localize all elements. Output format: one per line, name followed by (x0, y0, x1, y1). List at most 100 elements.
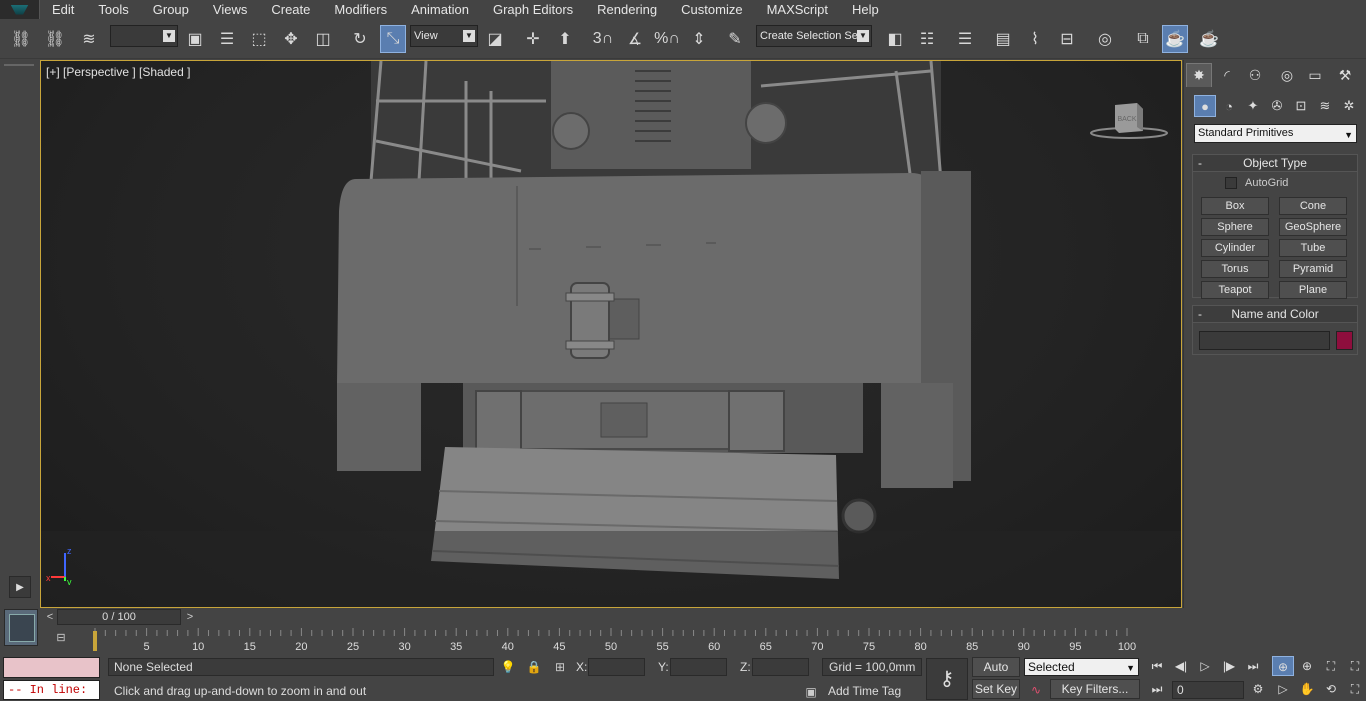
orbit-icon[interactable]: ⟲ (1320, 679, 1342, 699)
align-icon[interactable]: ☷ (914, 25, 940, 53)
menu-customize[interactable]: Customize (669, 0, 754, 19)
pan-view-icon[interactable]: ✋ (1296, 679, 1318, 699)
absolute-mode-icon[interactable]: ⊞ (552, 659, 568, 675)
angle-snap-icon[interactable]: ∡ (622, 25, 648, 53)
app-logo[interactable] (0, 0, 40, 19)
menu-animation[interactable]: Animation (399, 0, 481, 19)
render-setup-icon[interactable]: ⧉ (1130, 25, 1156, 53)
selection-filter-dropdown[interactable]: ▼ (110, 25, 178, 47)
time-slider[interactable]: < 0 / 100 > (40, 608, 1182, 626)
geometry-category-icon[interactable]: ● (1194, 95, 1216, 117)
reference-coordinate-dropdown[interactable]: View ▼ (410, 25, 478, 47)
selection-lock-icon[interactable]: 🔒 (526, 659, 542, 675)
maxscript-mini-listener[interactable] (3, 657, 100, 678)
cameras-category-icon[interactable]: ✇ (1266, 95, 1288, 117)
zoom-all-icon[interactable]: ⊕ (1296, 656, 1318, 676)
set-key-icon[interactable]: ⚷ (926, 658, 968, 700)
go-to-end-icon[interactable]: ⏭ (1242, 656, 1264, 676)
space-warps-category-icon[interactable]: ≋ (1314, 95, 1336, 117)
cylinder-button[interactable]: Cylinder (1201, 239, 1269, 257)
teapot-button[interactable]: Teapot (1201, 281, 1269, 299)
play-icon[interactable]: ▷ (1194, 656, 1216, 676)
snaps-toggle-icon[interactable]: 3 ∩ (590, 25, 616, 53)
isolate-selection-icon[interactable]: 💡 (500, 659, 516, 675)
select-and-rotate-icon[interactable]: ↻ (347, 25, 373, 53)
x-coordinate-field[interactable] (588, 658, 645, 676)
menu-create[interactable]: Create (259, 0, 322, 19)
shapes-category-icon[interactable]: ◔ (1218, 95, 1240, 117)
zoom-extents-icon[interactable]: ⛶ (1320, 656, 1342, 676)
cone-button[interactable]: Cone (1279, 197, 1347, 215)
menu-group[interactable]: Group (141, 0, 201, 19)
zoom-icon[interactable]: ⊕ (1272, 656, 1294, 676)
display-tab-icon[interactable]: ▭ (1302, 63, 1328, 87)
mirror-icon[interactable]: ◧ (882, 25, 908, 53)
y-coordinate-field[interactable] (670, 658, 727, 676)
go-to-start-icon[interactable]: ⏮ (1146, 656, 1168, 676)
plane-button[interactable]: Plane (1279, 281, 1347, 299)
select-and-move-icon[interactable]: ✥ (278, 25, 304, 53)
rectangular-selection-icon[interactable]: ⬚ (246, 25, 272, 53)
curve-editor-icon[interactable]: ⌇ (1022, 25, 1048, 53)
select-object-icon[interactable]: ▣ (182, 25, 208, 53)
systems-category-icon[interactable]: ✲ (1338, 95, 1360, 117)
sphere-button[interactable]: Sphere (1201, 218, 1269, 236)
schematic-view-icon[interactable]: ⊟ (1054, 25, 1080, 53)
tube-button[interactable]: Tube (1279, 239, 1347, 257)
key-mode-dropdown[interactable]: Selected ▼ (1024, 658, 1139, 676)
set-key-button[interactable]: Set Key (972, 679, 1020, 699)
hierarchy-tab-icon[interactable]: ⚇ (1242, 63, 1268, 87)
checkbox-box[interactable] (1225, 177, 1237, 189)
unlink-icon[interactable]: ⛓ (42, 25, 68, 53)
lights-category-icon[interactable]: ✦ (1242, 95, 1264, 117)
render-production-icon[interactable]: ☕ (1196, 25, 1222, 53)
window-crossing-icon[interactable]: ◫ (310, 25, 336, 53)
trackbar[interactable]: 5 10 15 20 25 30 35 40 45 50 55 60 65 70 75 80 85 90 95 100 (92, 626, 1182, 654)
select-and-manipulate-icon[interactable]: ✛ (520, 25, 546, 53)
key-filters-button[interactable]: Key Filters... (1050, 679, 1140, 699)
render-frame-window-icon[interactable]: ☕ (1162, 25, 1188, 53)
maxscript-listener-button[interactable] (4, 609, 38, 646)
scene-explorer-icon[interactable]: ▤ (990, 25, 1016, 53)
perspective-viewport[interactable]: [+] [Perspective ] [Shaded ] BACK z x y (40, 60, 1182, 608)
key-mode-toggle-icon[interactable]: ⏭ (1146, 679, 1168, 699)
time-configuration-icon[interactable]: ⚙ (1247, 679, 1269, 699)
menu-tools[interactable]: Tools (86, 0, 140, 19)
time-slider-thumb[interactable]: 0 / 100 (57, 609, 181, 625)
box-button[interactable]: Box (1201, 197, 1269, 215)
material-editor-icon[interactable]: ◎ (1092, 25, 1118, 53)
add-time-tag-icon[interactable]: ▣ (803, 684, 819, 700)
menu-maxscript[interactable]: MAXScript (755, 0, 840, 19)
torus-button[interactable]: Torus (1201, 260, 1269, 278)
maximize-viewport-icon[interactable]: ⛶ (1344, 679, 1366, 699)
next-frame-icon[interactable]: |▶ (1218, 656, 1240, 676)
geosphere-button[interactable]: GeoSphere (1279, 218, 1347, 236)
select-and-scale-icon[interactable]: ⤡ (380, 25, 406, 53)
previous-frame-icon[interactable]: ◀| (1170, 656, 1192, 676)
helpers-category-icon[interactable]: ⊡ (1290, 95, 1312, 117)
object-name-input[interactable] (1199, 331, 1330, 350)
viewcube-icon[interactable]: BACK (1089, 99, 1169, 145)
object-color-swatch[interactable] (1336, 331, 1353, 350)
field-of-view-icon[interactable]: ▷ (1272, 679, 1294, 699)
current-frame-field[interactable]: 0 (1172, 681, 1244, 699)
primitive-type-dropdown[interactable]: Standard Primitives ▼ (1194, 124, 1357, 143)
menu-views[interactable]: Views (201, 0, 259, 19)
z-coordinate-field[interactable] (752, 658, 809, 676)
select-by-name-icon[interactable]: ☰ (214, 25, 240, 53)
zoom-extents-all-icon[interactable]: ⛶ (1344, 656, 1366, 676)
trackbar-menu-icon[interactable]: ⊟ (50, 631, 72, 649)
layer-manager-icon[interactable]: ☰ (952, 25, 978, 53)
expand-panel-button[interactable]: ▶ (9, 576, 31, 598)
add-time-tag-button[interactable]: Add Time Tag (822, 683, 922, 700)
viewport-label[interactable]: [+] [Perspective ] [Shaded ] (46, 65, 190, 79)
menu-graph-editors[interactable]: Graph Editors (481, 0, 585, 19)
named-selection-dropdown[interactable]: Create Selection Se ▼ (756, 25, 872, 47)
maxscript-listener-output[interactable]: -- In line: (3, 680, 100, 700)
modify-tab-icon[interactable]: ◜ (1214, 63, 1240, 87)
bind-to-space-warp-icon[interactable]: ≋ (76, 25, 102, 53)
pyramid-button[interactable]: Pyramid (1279, 260, 1347, 278)
object-type-header[interactable]: - Object Type (1193, 155, 1357, 172)
motion-tab-icon[interactable]: ◎ (1274, 63, 1300, 87)
autogrid-checkbox[interactable]: AutoGrid (1225, 177, 1288, 189)
